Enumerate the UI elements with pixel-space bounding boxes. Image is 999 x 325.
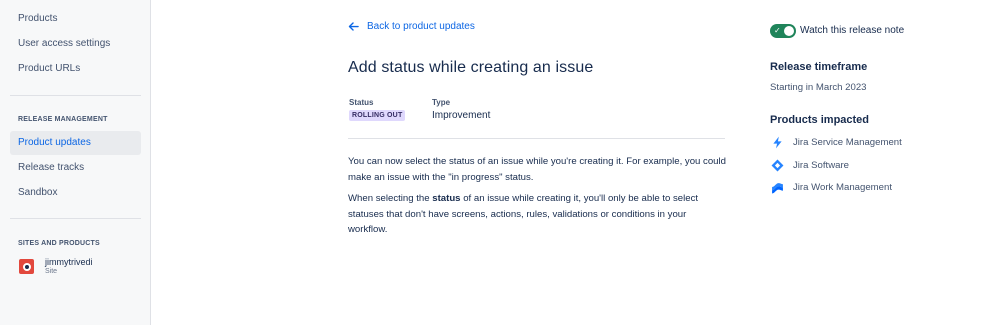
jira-software-icon bbox=[770, 158, 785, 173]
sidebar: Products User access settings Product UR… bbox=[0, 0, 151, 325]
site-name[interactable]: jimmytrivedi bbox=[45, 257, 93, 267]
sidebar-item-release-tracks[interactable]: Release tracks bbox=[10, 156, 141, 180]
product-label: Jira Service Management bbox=[793, 137, 902, 148]
site-icon[interactable] bbox=[19, 259, 34, 274]
sidebar-item-product-updates[interactable]: Product updates bbox=[10, 131, 141, 155]
product-jira-service-management[interactable]: Jira Service Management bbox=[770, 135, 902, 150]
content-divider bbox=[348, 138, 725, 139]
paragraph-2-text-start: When selecting the bbox=[348, 193, 433, 204]
page-title: Add status while creating an issue bbox=[348, 59, 594, 76]
section-label-release-management: RELEASE MANAGEMENT bbox=[18, 116, 108, 123]
section-label-sites-and-products: SITES AND PRODUCTS bbox=[18, 240, 100, 247]
type-label: Type bbox=[432, 98, 451, 107]
sidebar-item-products[interactable]: Products bbox=[10, 7, 141, 31]
product-label: Jira Software bbox=[793, 160, 849, 171]
jira-work-management-icon bbox=[770, 180, 785, 195]
back-to-product-updates-link[interactable]: Back to product updates bbox=[348, 21, 475, 32]
sidebar-item-user-access-settings[interactable]: User access settings bbox=[10, 32, 141, 56]
product-label: Jira Work Management bbox=[793, 182, 892, 193]
check-icon: ✓ bbox=[774, 26, 781, 35]
sidebar-item-sandbox[interactable]: Sandbox bbox=[10, 181, 141, 205]
release-timeframe-heading: Release timeframe bbox=[770, 61, 868, 73]
toggle-knob bbox=[784, 26, 794, 36]
watch-toggle[interactable]: ✓ bbox=[770, 24, 796, 38]
status-badge: ROLLING OUT bbox=[349, 110, 406, 121]
product-jira-work-management[interactable]: Jira Work Management bbox=[770, 180, 892, 195]
sidebar-item-product-urls[interactable]: Product URLs bbox=[10, 57, 141, 81]
watch-label: Watch this release note bbox=[800, 25, 905, 36]
sidebar-divider bbox=[10, 95, 141, 96]
back-link-label: Back to product updates bbox=[367, 21, 475, 32]
product-jira-software[interactable]: Jira Software bbox=[770, 158, 849, 173]
site-type: Site bbox=[45, 268, 58, 275]
description-paragraph-2: When selecting the status of an issue wh… bbox=[348, 191, 728, 238]
paragraph-2-bold-term: status bbox=[432, 193, 461, 204]
sidebar-divider bbox=[10, 218, 141, 219]
release-timeframe-value: Starting in March 2023 bbox=[770, 82, 867, 93]
type-value: Improvement bbox=[432, 110, 491, 121]
jira-service-management-icon bbox=[770, 135, 785, 150]
description-paragraph-1: You can now select the status of an issu… bbox=[348, 156, 726, 183]
products-impacted-heading: Products impacted bbox=[770, 114, 870, 126]
arrow-left-icon bbox=[348, 22, 359, 31]
status-label: Status bbox=[349, 98, 374, 107]
